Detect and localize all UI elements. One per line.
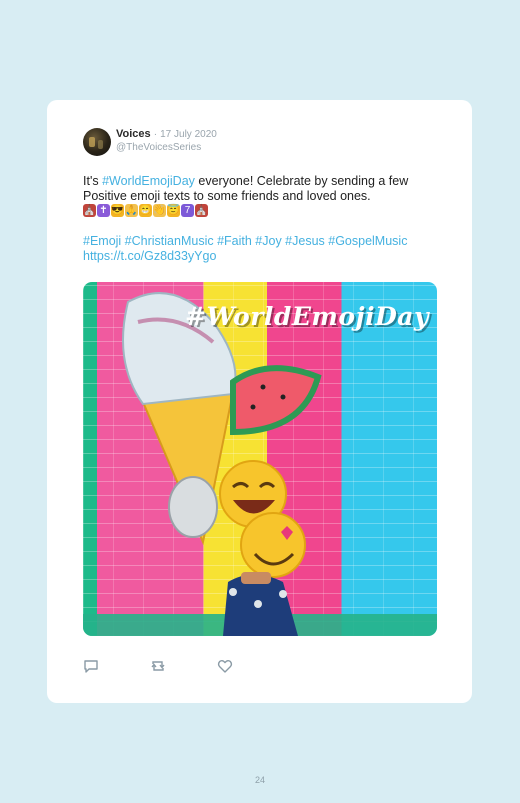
emoji-row: ⛪ ✝ 😎 🙏 😁 👋 😇 7 ⛪ — [83, 204, 208, 218]
number-seven-icon: 7 — [181, 204, 194, 217]
reply-icon[interactable] — [83, 658, 99, 674]
hashtag-line[interactable]: #Emoji #ChristianMusic #Faith #Joy #Jesu… — [83, 234, 463, 249]
balloons-illustration — [122, 292, 322, 636]
display-name[interactable]: Voices — [116, 128, 151, 140]
silver-balloon-icon — [168, 476, 218, 538]
page: { "tweet": { "display_name": "Voices", "… — [0, 0, 520, 803]
like-heart-icon[interactable] — [217, 658, 233, 674]
smiling-face-icon: 😇 — [167, 204, 180, 217]
tweet-link[interactable]: https://t.co/Gz8d33yYgo — [83, 249, 216, 263]
tweet-header: Voices · 17 July 2020 — [116, 128, 217, 140]
hand-wave-icon: 👋 — [153, 204, 166, 217]
cross-icon: ✝ — [97, 204, 110, 217]
grinning-face-icon: 😁 — [139, 204, 152, 217]
praying-hands-icon: 🙏 — [125, 204, 138, 217]
tweet-actions — [83, 658, 283, 674]
tweet-card: Voices · 17 July 2020 @TheVoicesSeries I… — [47, 100, 472, 703]
church-icon: ⛪ — [83, 204, 96, 217]
hashtag-worldemojiday[interactable]: #WorldEmojiDay — [102, 174, 195, 188]
tweet-photo[interactable]: #WorldEmojiDay — [83, 282, 437, 636]
image-caption: #WorldEmojiDay — [185, 302, 429, 331]
retweet-icon[interactable] — [150, 658, 166, 674]
sunglasses-face-icon: 😎 — [111, 204, 124, 217]
watermelon-balloon-icon — [230, 365, 322, 436]
tweet-text: It's #WorldEmojiDay everyone! Celebrate … — [83, 174, 443, 204]
heart-eyes-emoji-balloon-icon — [240, 512, 306, 578]
tweet-date[interactable]: 17 July 2020 — [160, 129, 217, 140]
text-prefix: It's — [83, 174, 103, 188]
avatar[interactable] — [83, 128, 111, 156]
page-number: 24 — [254, 775, 265, 785]
separator: · — [153, 129, 158, 140]
handle[interactable]: @TheVoicesSeries — [116, 142, 201, 153]
church-icon: ⛪ — [195, 204, 208, 217]
